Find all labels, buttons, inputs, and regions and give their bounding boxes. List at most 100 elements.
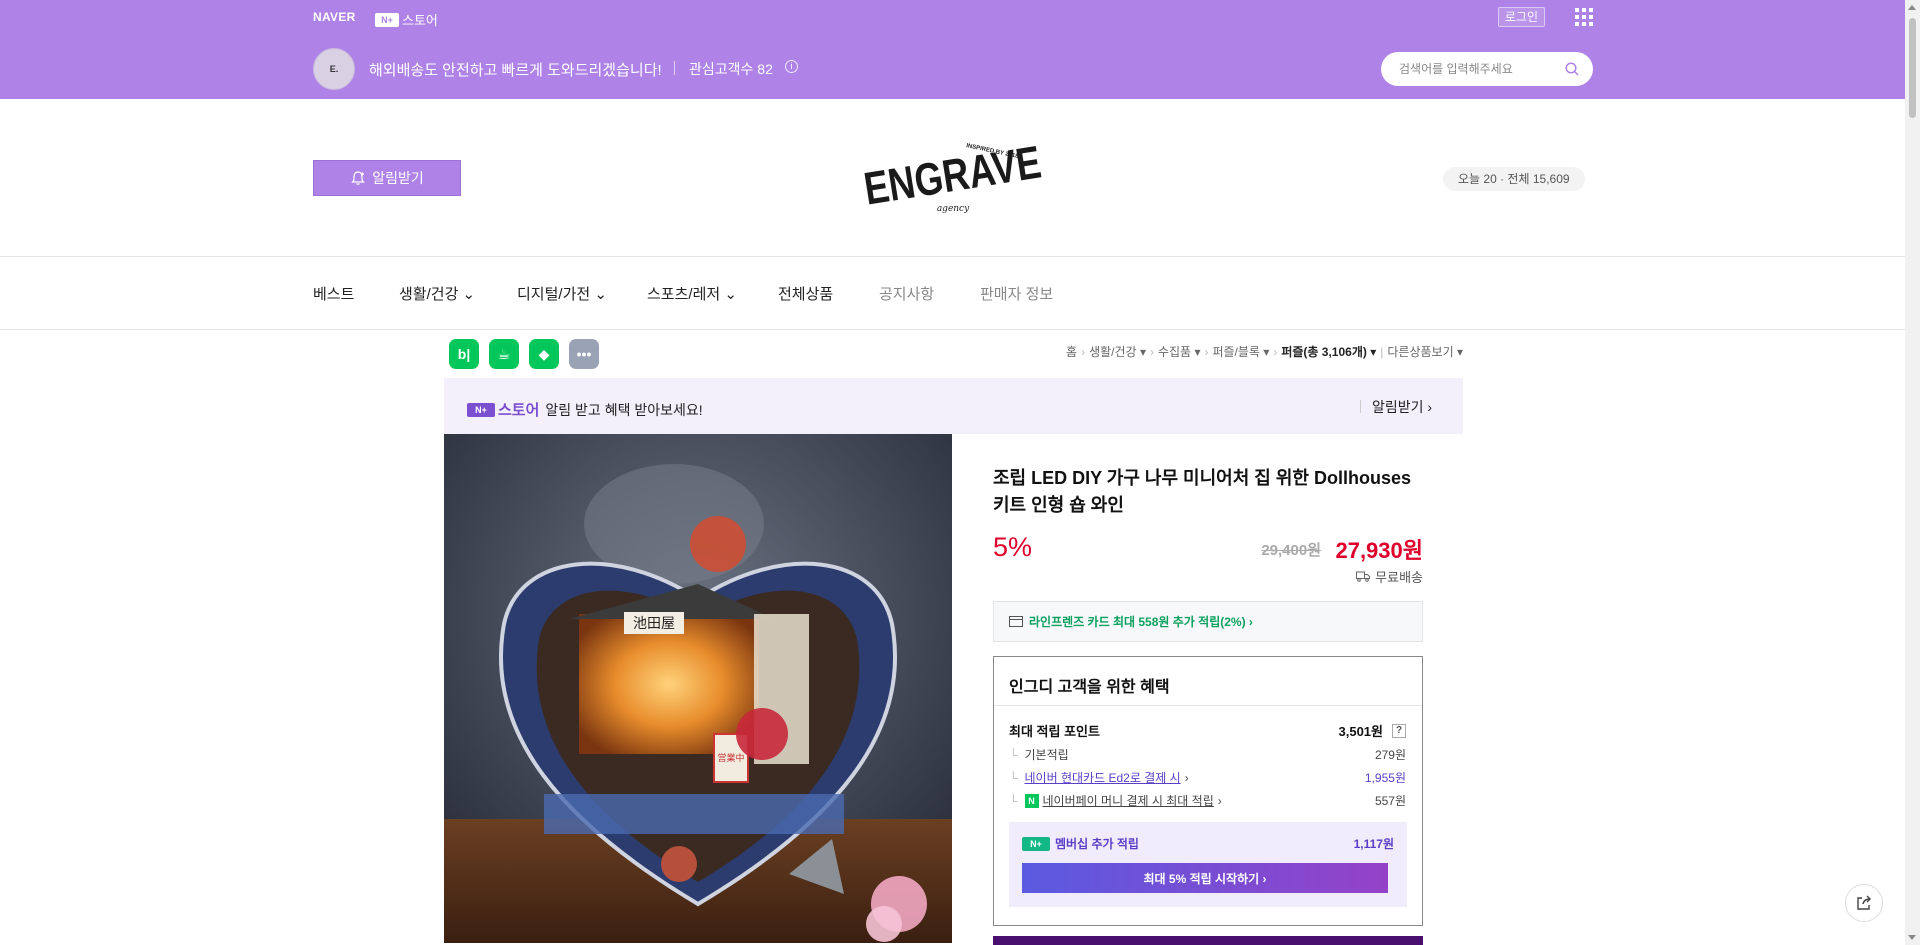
breadcrumb-current-label: 퍼즐(총 3,106개) (1281, 345, 1367, 359)
card-points-link[interactable]: 네이버 현대카드 Ed2로 결제 시 (1025, 769, 1181, 786)
naver-pay-icon: N (1024, 793, 1039, 808)
scroll-down-arrow-icon[interactable] (1908, 935, 1916, 940)
nav-digital[interactable]: 디지털/가전 ⌄ (517, 283, 607, 304)
alarm-subscribe-label: 알림받기 (372, 170, 424, 186)
naver-plus-icon: N+ (375, 12, 399, 27)
nav-best[interactable]: 베스트 (313, 283, 354, 304)
promo-message: N+ 스토어 알림 받고 혜택 받아보세요! (467, 399, 703, 420)
naver-plus-promo-banner: N+ 스토어 알림 받고 혜택 받아보세요! 알림받기 › (444, 378, 1463, 434)
scroll-thumb[interactable] (1909, 18, 1916, 118)
purchase-area-edge (993, 936, 1423, 945)
nav-sports[interactable]: 스포츠/레저 ⌄ (647, 283, 737, 304)
pay-points-row: └ N 네이버페이 머니 결제 시 최대 적립 › 557원 (1009, 792, 1406, 809)
breadcrumb-separator: › (1081, 344, 1086, 359)
benefit-box: 인그디 고객을 위한 혜택 최대 적립 포인트 3,501원? └ 기본적립 27… (993, 656, 1423, 926)
sale-price: 27,930원 (1335, 538, 1423, 563)
breadcrumb-collectibles-label: 수집품 (1157, 345, 1192, 359)
apps-grid-icon[interactable] (1575, 8, 1593, 26)
naver-logo[interactable]: NAVER (313, 10, 356, 24)
membership-label: N+ 멤버십 추가 적립 (1022, 835, 1139, 852)
product-main-image[interactable]: 池田屋 営業中 (444, 434, 952, 943)
share-icon (1857, 895, 1871, 910)
store-avatar[interactable]: E. (313, 48, 355, 90)
favorite-customers-count: 관심고객수 82 (689, 61, 773, 77)
base-points-label: 기본적립 (1024, 748, 1069, 762)
page-scrollbar[interactable] (1905, 0, 1920, 945)
more-icon[interactable]: ••• (569, 339, 599, 369)
breadcrumb-home[interactable]: 홈 (1066, 343, 1077, 360)
membership-box: N+ 멤버십 추가 적립 1,117원 최대 5% 적립 시작하기 › (1009, 822, 1407, 907)
caret-down-icon: ▾ (1139, 345, 1146, 359)
nav-all-products[interactable]: 전체상품 (778, 283, 833, 304)
naver-plus-icon: N+ (467, 402, 495, 417)
base-points-row: └ 기본적립 279원 (1009, 746, 1406, 763)
svg-text:agency: agency (937, 204, 970, 214)
caret-down-icon: ▾ (1263, 345, 1270, 359)
breadcrumb-life-label: 생활/건강 (1089, 345, 1137, 359)
breadcrumb-separator: › (1204, 344, 1209, 359)
shipping-label: 무료배송 (1375, 570, 1423, 585)
breadcrumb-separator: › (1149, 344, 1154, 359)
nav-life-health-label: 생활/건강 (399, 286, 459, 303)
original-price: 29,400원 (1261, 542, 1321, 559)
blog-share-icon[interactable]: b| (449, 339, 479, 369)
global-nav-bar: NAVER N+ 스토어 로그인 (313, 0, 1593, 34)
breadcrumb-life[interactable]: 생활/건강 ▾ (1089, 343, 1146, 360)
nav-notice[interactable]: 공지사항 (879, 283, 934, 304)
share-button[interactable] (1845, 884, 1883, 922)
card-promo-text: 라인프렌즈 카드 최대 558원 추가 적립(2%) › (1029, 615, 1253, 629)
tree-line-icon: └ (1009, 793, 1018, 808)
breadcrumb-other-products[interactable]: 다른상품보기 ▾ (1387, 343, 1463, 360)
breadcrumb-other-products-label: 다른상품보기 (1387, 345, 1454, 359)
alarm-subscribe-button[interactable]: 알림받기 (313, 160, 461, 196)
naver-plus-store-link[interactable]: N+ 스토어 (375, 10, 438, 29)
pay-points-link[interactable]: 네이버페이 머니 결제 시 최대 적립 (1043, 792, 1214, 809)
pay-points-value: 557원 (1374, 794, 1406, 808)
info-icon[interactable]: i (785, 60, 798, 73)
svg-text:営業中: 営業中 (717, 752, 744, 764)
base-points-value: 279원 (1374, 748, 1406, 762)
promo-alarm-link[interactable]: 알림받기 › (1372, 397, 1432, 417)
bell-icon (351, 171, 365, 185)
svg-text:池田屋: 池田屋 (633, 616, 675, 632)
max-points-row: 최대 적립 포인트 3,501원? (1009, 721, 1406, 740)
card-points-row: └ 네이버 현대카드 Ed2로 결제 시 › 1,955원 (1009, 769, 1406, 786)
chevron-right-icon: › (1217, 793, 1222, 808)
breadcrumb-puzzle-block[interactable]: 퍼즐/블록 ▾ (1212, 343, 1269, 360)
card-promo-box[interactable]: 라인프렌즈 카드 최대 558원 추가 적립(2%) › (993, 601, 1423, 642)
caret-down-icon: ▾ (1194, 345, 1201, 359)
divider (674, 61, 675, 75)
breadcrumb-collectibles[interactable]: 수집품 ▾ (1158, 343, 1201, 360)
product-title: 조립 LED DIY 가구 나무 미니어처 집 위한 Dollhouses 키트… (993, 468, 1411, 515)
help-icon[interactable]: ? (1392, 723, 1406, 738)
tree-line-icon: └ (1009, 770, 1018, 785)
shipping-info: 무료배송 (1356, 567, 1423, 586)
breadcrumb: 홈 › 생활/건강 ▾ › 수집품 ▾ › 퍼즐/블록 ▾ › 퍼즐(총 3,1… (1066, 343, 1463, 360)
store-message[interactable]: 해외배송도 안전하고 빠르게 도와드리겠습니다! (369, 59, 662, 80)
bookmark-icon[interactable]: ◆ (529, 339, 559, 369)
search-icon[interactable] (1565, 62, 1579, 76)
credit-card-icon (1009, 616, 1023, 627)
svg-text:ENGRAVE: ENGRAVE (860, 135, 1044, 214)
engrave-logo[interactable]: INSPIRED BY 2018 ENGRAVE agency (858, 129, 1048, 229)
visitor-count: 오늘 20 · 전체 15,609 (1443, 167, 1585, 191)
nav-sports-label: 스포츠/레저 (647, 286, 721, 303)
membership-start-button[interactable]: 최대 5% 적립 시작하기 › (1022, 863, 1388, 893)
divider (1360, 400, 1361, 413)
naver-plus-store-label: 스토어 (402, 13, 438, 28)
login-button[interactable]: 로그인 (1497, 7, 1545, 27)
benefit-title: 인그디 고객을 위한 혜택 (1009, 679, 1170, 696)
store-header: NAVER N+ 스토어 로그인 E. 해외배송도 안전하고 빠르게 도와드리겠… (0, 0, 1905, 99)
divider (994, 705, 1422, 706)
nav-seller-info[interactable]: 판매자 정보 (980, 283, 1053, 304)
breadcrumb-separator: › (1273, 344, 1278, 359)
breadcrumb-current[interactable]: 퍼즐(총 3,106개) ▾ (1281, 343, 1376, 360)
promo-text: 알림 받고 혜택 받아보세요! (545, 401, 703, 418)
chevron-down-icon: ⌄ (724, 286, 737, 303)
talk-icon[interactable]: ☕ (489, 339, 519, 369)
search-input[interactable] (1399, 52, 1559, 86)
nav-life-health[interactable]: 생활/건강 ⌄ (399, 283, 475, 304)
max-points-value: 3,501원 (1338, 724, 1384, 739)
scroll-up-arrow-icon[interactable] (1908, 5, 1916, 10)
max-points-label: 최대 적립 포인트 (1009, 724, 1100, 739)
